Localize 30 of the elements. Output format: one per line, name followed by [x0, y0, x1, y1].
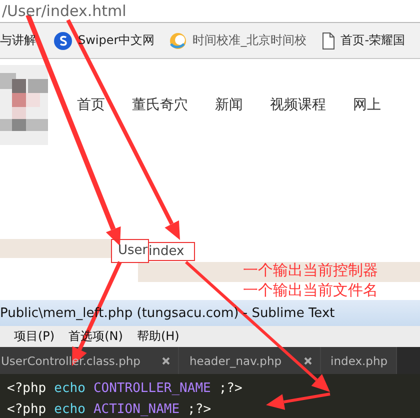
nav-link[interactable]: 首页 [77, 96, 105, 114]
swiper-logo-icon [54, 32, 72, 50]
code-token: echo [54, 401, 86, 418]
close-icon[interactable] [162, 356, 170, 364]
code-token: echo [54, 380, 86, 398]
address-url[interactable]: /User/index.html [2, 2, 126, 20]
code-token: ;?> [218, 380, 242, 398]
annotation-text: 一个输出当前控制器 [243, 260, 378, 280]
nav-link[interactable]: 视频课程 [270, 96, 326, 114]
code-token: <?php [7, 401, 46, 418]
code-token: ;?> [188, 401, 212, 418]
menu-item[interactable]: 项目(P) [14, 328, 55, 345]
menu-item[interactable]: 帮助(H) [136, 328, 180, 345]
sun-icon [168, 32, 187, 50]
controller-output: User [111, 239, 149, 263]
close-icon[interactable] [304, 356, 312, 364]
code-token: <?php [7, 380, 46, 398]
nav-link[interactable]: 董氏奇穴 [132, 96, 188, 114]
bookmark-link[interactable]: 与讲解 [0, 32, 36, 49]
page-icon [320, 32, 335, 50]
bookmark-link[interactable]: 时间校准_北京时间校 [192, 32, 307, 49]
file-tab[interactable]: header_nav.php [179, 347, 321, 374]
code-token: ACTION_NAME [93, 401, 180, 418]
nav-link[interactable]: 网上 [353, 96, 381, 114]
code-token: CONTROLLER_NAME [93, 380, 211, 398]
action-output: index [148, 242, 196, 261]
bookmark-link[interactable]: 首页-荣耀国 [340, 32, 406, 49]
nav-link[interactable]: 新闻 [215, 96, 243, 114]
annotation-text: 一个输出当前文件名 [243, 280, 378, 300]
file-tab[interactable]: index.php [320, 347, 397, 374]
